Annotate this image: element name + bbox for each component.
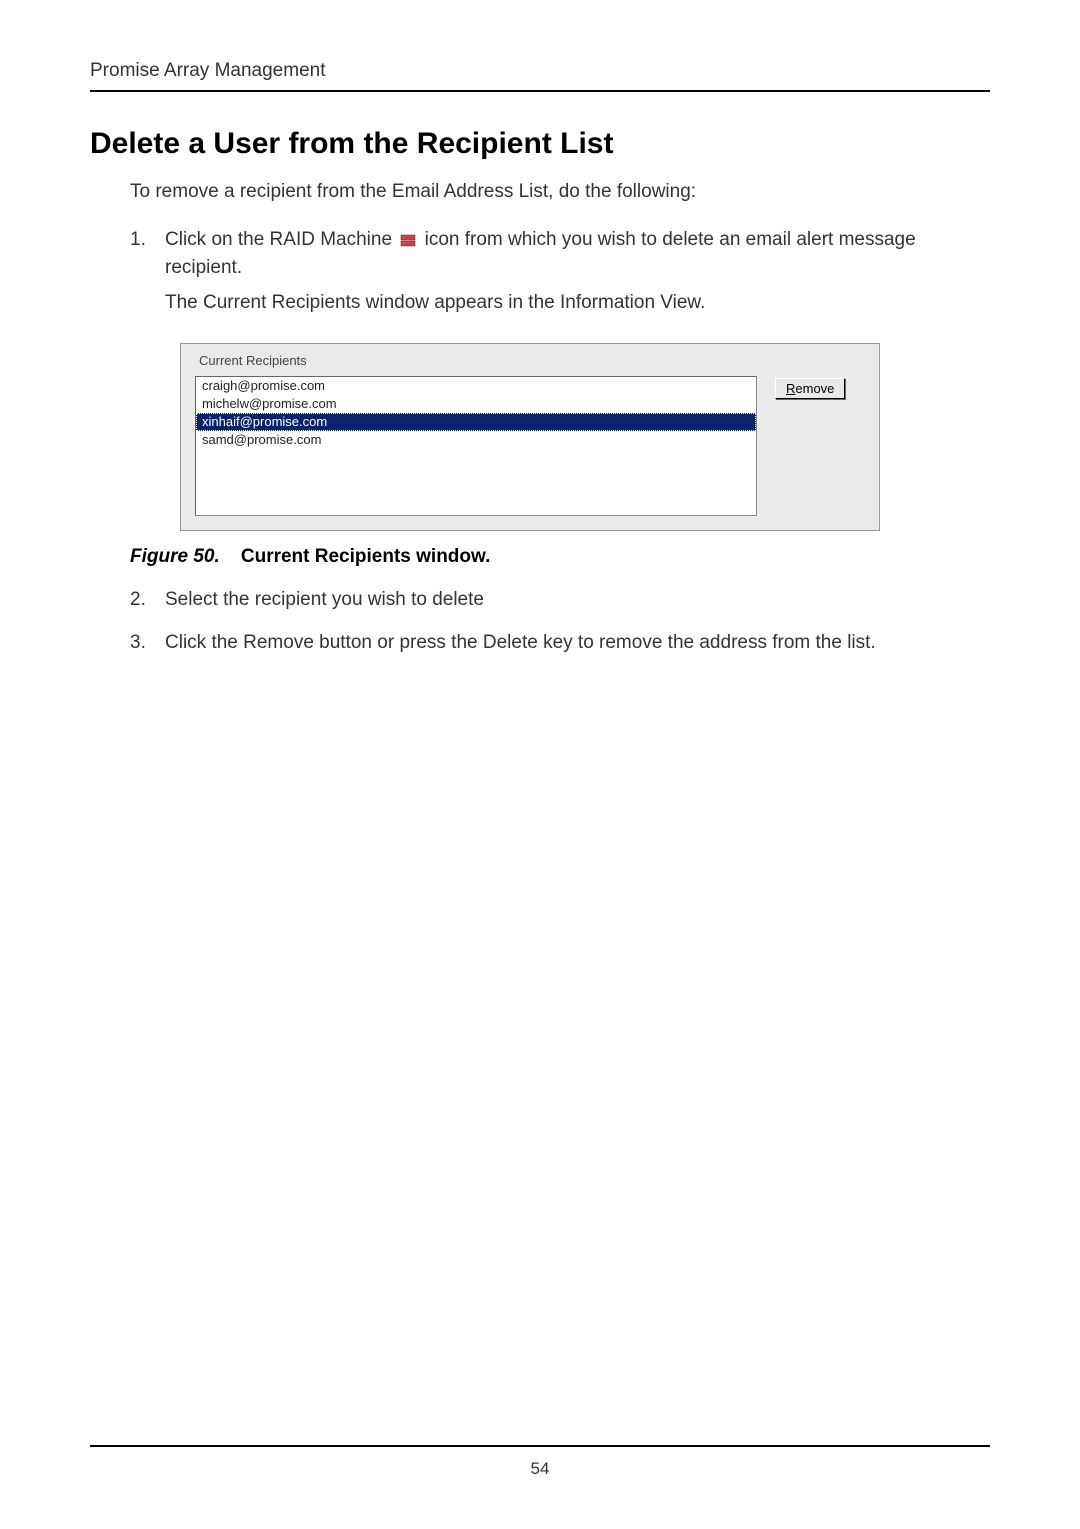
current-recipients-window: Current Recipients craigh@promise.com mi… — [180, 343, 880, 531]
list-item[interactable]: michelw@promise.com — [196, 395, 756, 413]
header-title: Promise Array Management — [90, 60, 326, 81]
step-1-extra: The Current Recipients window appears in… — [165, 289, 990, 318]
step-1-text: Click on the RAID Machine icon from whic… — [165, 226, 990, 283]
step-1-number: 1. — [130, 226, 165, 324]
raid-machine-icon — [399, 231, 417, 249]
list-item[interactable]: craigh@promise.com — [196, 377, 756, 395]
page-title: Delete a User from the Recipient List — [90, 127, 990, 161]
recipients-listbox[interactable]: craigh@promise.com michelw@promise.com x… — [195, 376, 757, 516]
step-2: 2. Select the recipient you wish to dele… — [130, 586, 990, 621]
figure-legend: Current Recipients — [195, 353, 311, 368]
page-footer: 54 — [90, 1445, 990, 1479]
steps-list: 1. Click on the RAID Machine icon from w… — [130, 226, 990, 324]
remove-button-area: Remove — [775, 376, 865, 516]
figure-caption-label: Figure 50. — [130, 546, 220, 567]
figure-caption: Figure 50. Current Recipients window. — [130, 546, 990, 568]
steps-list-cont: 2. Select the recipient you wish to dele… — [130, 586, 990, 663]
step-1-content: Click on the RAID Machine icon from whic… — [165, 226, 990, 324]
step-3: 3. Click the Remove button or press the … — [130, 629, 990, 664]
page-number: 54 — [531, 1459, 550, 1478]
step-3-content: Click the Remove button or press the Del… — [165, 629, 990, 664]
remove-accelerator: R — [786, 381, 795, 396]
list-item[interactable]: samd@promise.com — [196, 431, 756, 449]
step-1: 1. Click on the RAID Machine icon from w… — [130, 226, 990, 324]
page-header: Promise Array Management — [90, 60, 990, 92]
step-2-number: 2. — [130, 586, 165, 621]
figure-inner: craigh@promise.com michelw@promise.com x… — [195, 376, 865, 516]
step-2-text: Select the recipient you wish to delete — [165, 586, 990, 615]
intro-text: To remove a recipient from the Email Add… — [130, 179, 990, 206]
step-3-number: 3. — [130, 629, 165, 664]
step-2-content: Select the recipient you wish to delete — [165, 586, 990, 621]
remove-rest: emove — [795, 381, 834, 396]
step-3-text: Click the Remove button or press the Del… — [165, 629, 990, 658]
figure-caption-text: Current Recipients window. — [241, 546, 491, 567]
list-item-selected[interactable]: xinhaif@promise.com — [196, 413, 756, 431]
remove-button[interactable]: Remove — [775, 378, 845, 399]
